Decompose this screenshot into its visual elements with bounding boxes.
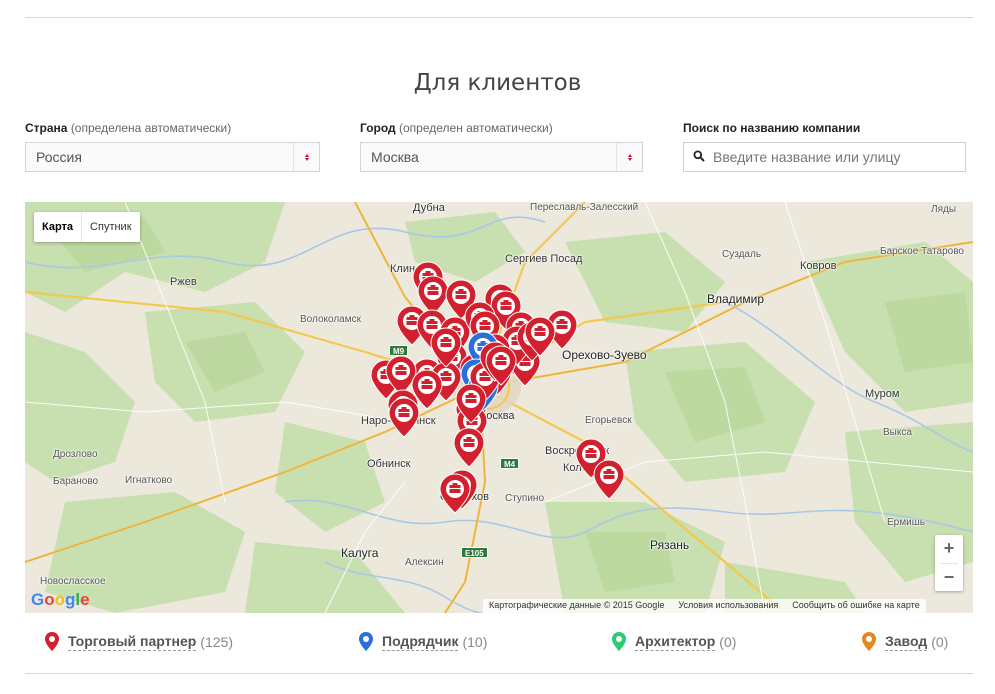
legend-architect-label[interactable]: Архитектор [635,633,716,651]
legend-partner-count: (125) [200,633,233,650]
search-icon [693,150,705,162]
map-attribution: Картографические данные © 2015 Google Ус… [483,599,926,613]
map-data-credit: Картографические данные © 2015 Google [489,600,665,610]
legend-contractor-count: (10) [462,633,488,650]
map[interactable]: Дубна Клин Сергиев Посад Ржев Волоколамс… [25,202,973,613]
partner-marker[interactable] [593,459,625,500]
select-arrows-icon [293,143,319,171]
partner-marker[interactable] [453,427,485,468]
legend-partner[interactable]: Торговый партнер (125) [45,632,233,651]
top-divider [25,17,973,18]
partner-marker[interactable] [417,275,449,316]
zoom-out-button[interactable]: − [935,564,963,592]
legend-architect-count: (0) [719,633,737,650]
search-input[interactable] [713,147,958,167]
search-field[interactable] [683,142,966,172]
map-pin-icon [612,632,626,651]
legend-partner-label[interactable]: Торговый партнер [68,633,197,651]
map-pin-icon [359,632,373,651]
zoom-in-button[interactable]: + [935,535,963,563]
legend-factory-label[interactable]: Завод [885,633,928,651]
select-arrows-icon [616,143,642,171]
bottom-divider [25,673,973,674]
city-filter: Город (определен автоматически) Москва [360,121,643,172]
city-label: Город (определен автоматически) [360,121,553,135]
city-select[interactable]: Москва [360,142,643,172]
map-type-control: Карта Спутник [34,212,140,242]
zoom-control: + − [935,535,963,591]
legend-factory[interactable]: Завод (0) [862,632,948,651]
markers-layer [370,261,625,514]
legend-contractor-label[interactable]: Подрядчик [382,633,459,651]
city-select-value: Москва [371,149,419,165]
google-logo[interactable]: Google [31,590,90,610]
company-search-filter: Поиск по названию компании [683,121,966,172]
map-type-map-button[interactable]: Карта [34,212,81,242]
country-label: Страна (определена автоматически) [25,121,232,135]
terms-link[interactable]: Условия использования [678,600,778,612]
country-filter: Страна (определена автоматически) Россия [25,121,320,172]
legend-architect[interactable]: Архитектор (0) [612,632,736,651]
country-select-value: Россия [36,149,82,165]
legend-contractor[interactable]: Подрядчик (10) [359,632,487,651]
map-pin-icon [862,632,876,651]
country-select[interactable]: Россия [25,142,320,172]
legend-factory-count: (0) [931,633,949,650]
partner-marker[interactable] [388,397,420,438]
report-error-link[interactable]: Сообщить об ошибке на карте [792,600,919,612]
search-label: Поиск по названию компании [683,121,861,135]
partner-marker[interactable] [439,473,471,514]
map-type-satellite-button[interactable]: Спутник [82,212,139,242]
map-pin-icon [45,632,59,651]
page-title: Для клиентов [413,70,582,96]
